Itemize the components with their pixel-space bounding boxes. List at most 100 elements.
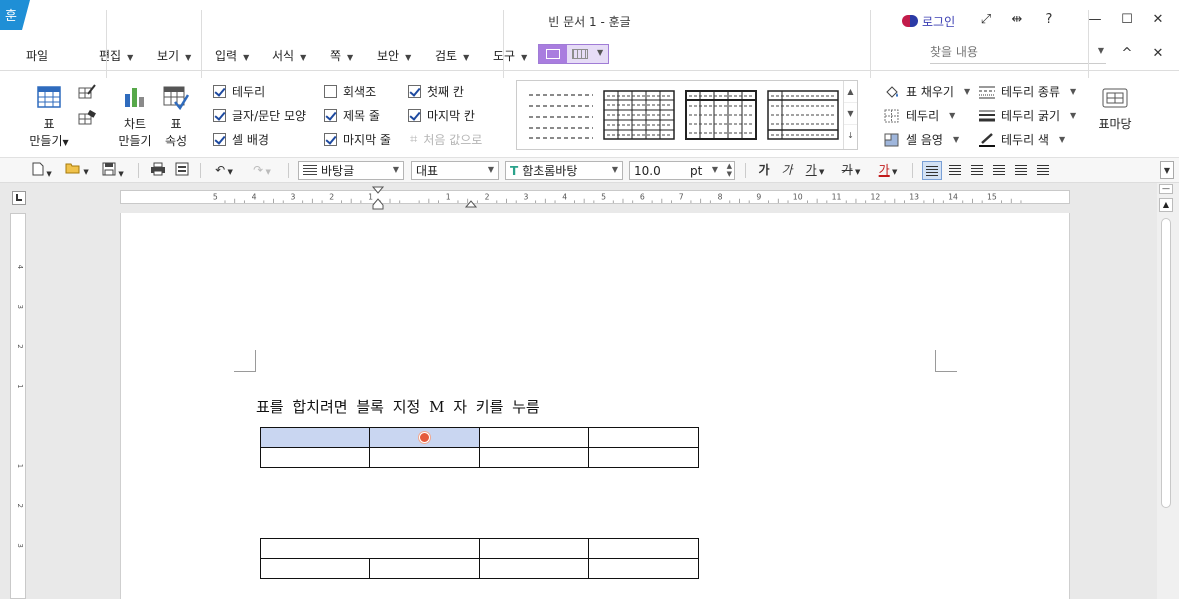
checkbox-grayscale[interactable]: 회색조	[324, 83, 376, 100]
table-cell[interactable]	[479, 558, 589, 579]
indent-marker[interactable]	[372, 186, 384, 210]
table-cell[interactable]	[260, 427, 370, 448]
maximize-icon[interactable]: ☐	[1116, 12, 1138, 30]
horizontal-ruler[interactable]: 5 4 3 2 1 1 2 3 4 5 6 7 8 9 10 11 12 13 14 15	[120, 190, 1070, 204]
chevron-down-icon[interactable]: ▼	[597, 48, 603, 57]
checkbox-border[interactable]: 테두리	[213, 83, 265, 100]
table-properties-button[interactable]: 표 속성	[156, 84, 196, 154]
table-cell[interactable]	[588, 447, 699, 468]
table-styles-button[interactable]: 표마당	[1094, 84, 1136, 144]
help-icon[interactable]: ?	[1038, 12, 1060, 30]
table-cell[interactable]	[260, 447, 370, 468]
collapse-ribbon-icon[interactable]: ^	[1116, 46, 1138, 64]
align-left-button[interactable]	[946, 162, 964, 179]
table-style-grid-2[interactable]	[685, 90, 757, 140]
scroll-up-icon[interactable]: ▲	[1159, 198, 1173, 212]
menu-file[interactable]: 파일	[26, 47, 48, 64]
preview-button[interactable]	[172, 162, 192, 179]
erase-table-icon[interactable]	[78, 110, 96, 126]
border-button[interactable]: 테두리 ▼	[884, 107, 955, 124]
font-color-button[interactable]: 가 ▼	[872, 162, 904, 179]
table-cell[interactable]	[369, 447, 480, 468]
table-style-grid-3[interactable]	[767, 90, 839, 140]
chevron-down-icon[interactable]: ▼	[1098, 46, 1104, 55]
undo-button[interactable]: ↶ ▼	[208, 162, 240, 179]
table-tools-tab[interactable]: ▼	[538, 44, 609, 64]
table-design-icon[interactable]	[539, 45, 567, 63]
align-right-button[interactable]	[990, 162, 1008, 179]
table-cell-merged[interactable]	[260, 538, 480, 559]
menu-view[interactable]: 보기 ▼	[157, 47, 191, 64]
gallery-more-icon[interactable]: ↓	[844, 125, 857, 147]
gallery-up-icon[interactable]: ▲	[844, 81, 857, 103]
fullscreen-icon[interactable]: ⤢	[975, 12, 997, 30]
spin-icon[interactable]: ▲ ▼	[727, 162, 732, 178]
gallery-scroll[interactable]: ▲ ▼ ↓	[843, 81, 857, 149]
table-style-plain[interactable]	[525, 90, 597, 140]
underline-button[interactable]: 가 ▼	[800, 162, 830, 179]
table-cell[interactable]	[369, 558, 480, 579]
font-select[interactable]: T 함초롬바탕 ▼	[505, 161, 623, 180]
tab-stop-selector[interactable]	[12, 191, 26, 205]
table-cell[interactable]	[479, 447, 589, 468]
close-window-icon[interactable]: ✕	[1147, 12, 1169, 30]
menu-review[interactable]: 검토 ▼	[435, 47, 469, 64]
table-cell[interactable]	[479, 427, 589, 448]
table-cell[interactable]	[588, 427, 699, 448]
menu-tools[interactable]: 도구 ▼	[493, 47, 527, 64]
border-thickness-button[interactable]: 테두리 굵기 ▼	[979, 107, 1076, 124]
table-cell[interactable]	[260, 558, 370, 579]
strikethrough-button[interactable]: 가 ▼	[836, 162, 866, 179]
document-table-2[interactable]	[260, 538, 699, 579]
table-cell[interactable]	[479, 538, 589, 559]
document-paragraph[interactable]: 표를 합치려면 블록 지정 M 자 키를 누름	[256, 396, 540, 417]
checkbox-cell-background[interactable]: 셀 배경	[213, 131, 269, 148]
border-type-button[interactable]: 테두리 종류 ▼	[979, 83, 1076, 100]
find-box[interactable]: ▼	[930, 42, 1106, 64]
menu-page[interactable]: 쪽 ▼	[330, 47, 353, 64]
new-document-button[interactable]: ▼	[28, 162, 56, 179]
table-fill-button[interactable]: 표 채우기 ▼	[884, 83, 970, 100]
create-table-button[interactable]: 표 만들기▼	[28, 84, 70, 154]
menu-insert[interactable]: 입력 ▼	[215, 47, 249, 64]
open-button[interactable]: ▼	[62, 162, 92, 179]
table-style-grid-1[interactable]	[603, 90, 675, 140]
draw-table-icon[interactable]	[78, 84, 96, 100]
vertical-ruler[interactable]: 4 3 2 1 1 2 3	[10, 213, 26, 599]
save-button[interactable]: ▼	[98, 162, 128, 179]
close-document-icon[interactable]: ✕	[1147, 46, 1169, 64]
align-distribute-button[interactable]	[1012, 162, 1030, 179]
checkbox-last-row[interactable]: 마지막 줄	[324, 131, 391, 148]
checkbox-last-column[interactable]: 마지막 칸	[408, 107, 475, 124]
menu-security[interactable]: 보안 ▼	[377, 47, 411, 64]
fit-width-icon[interactable]: ⇹	[1006, 12, 1028, 30]
italic-button[interactable]: 가	[778, 162, 796, 179]
align-center-button[interactable]	[968, 162, 986, 179]
border-color-button[interactable]: 테두리 색 ▼	[979, 131, 1065, 148]
table-style-gallery[interactable]: ▲ ▼ ↓	[516, 80, 858, 150]
toolbar-more-icon[interactable]: ▼	[1160, 161, 1174, 179]
scroll-top-icon[interactable]: —	[1159, 184, 1173, 194]
scrollbar-thumb[interactable]	[1161, 218, 1171, 508]
menu-format[interactable]: 서식 ▼	[272, 47, 306, 64]
table-cell[interactable]	[588, 538, 699, 559]
redo-button[interactable]: ↷ ▼	[246, 162, 278, 179]
login-button[interactable]: 로그인	[902, 12, 955, 30]
bold-button[interactable]: 가	[755, 162, 773, 179]
paragraph-style-select[interactable]: 바탕글 ▼	[298, 161, 404, 180]
checkbox-header-row[interactable]: 제목 줄	[324, 107, 380, 124]
font-size-select[interactable]: 10.0 pt ▼ ▲ ▼	[629, 161, 735, 180]
create-chart-button[interactable]: 차트 만들기	[114, 84, 156, 154]
document-table-1[interactable]	[260, 427, 699, 468]
outline-select[interactable]: 대표 ▼	[411, 161, 499, 180]
table-cell[interactable]	[588, 558, 699, 579]
checkbox-char-para-shape[interactable]: 글자/문단 모양	[213, 107, 306, 124]
right-indent-marker[interactable]	[465, 196, 477, 208]
print-button[interactable]	[148, 162, 168, 179]
checkbox-first-column[interactable]: 첫째 칸	[408, 83, 464, 100]
reset-to-default-button[interactable]: ⌗ 처음 값으로	[410, 131, 482, 148]
align-split-button[interactable]	[1034, 162, 1052, 179]
find-input[interactable]	[930, 42, 1090, 62]
cell-shading-button[interactable]: 셀 음영 ▼	[884, 131, 959, 148]
align-justify-button[interactable]	[922, 161, 942, 180]
